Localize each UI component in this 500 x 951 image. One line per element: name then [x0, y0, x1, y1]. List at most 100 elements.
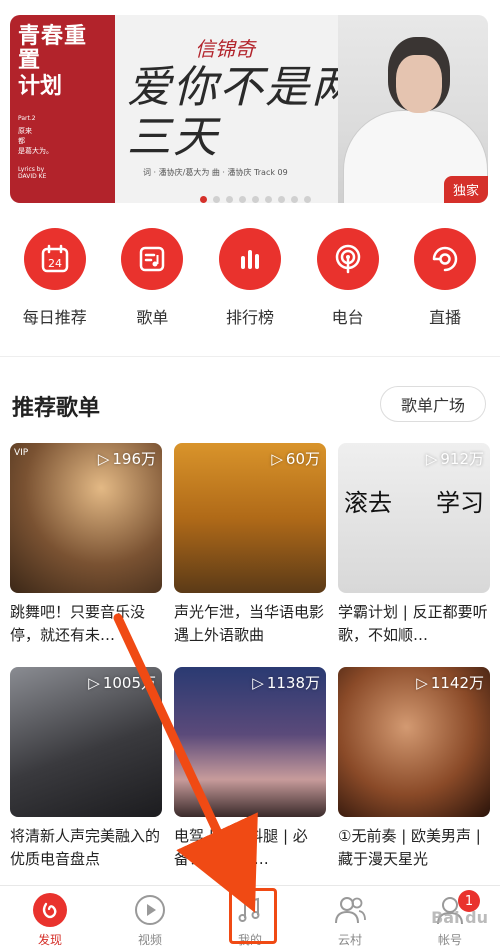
carousel-dot[interactable]: [278, 196, 285, 203]
playlist-card[interactable]: VIP ▷ 196万 跳舞吧！只要音乐没停，就还有未…: [10, 443, 162, 647]
playlist-title[interactable]: 电驾 | 裁 | 抖腿 | 必备！ 欢迎巨…: [174, 825, 326, 871]
banner-artwork: 信锦奇 爱你不是两三天 词 · 潘协庆/葛大为 曲 · 潘协庆 Track 09: [115, 15, 355, 203]
playlist-card[interactable]: ▷ 1138万 电驾 | 裁 | 抖腿 | 必备！ 欢迎巨…: [174, 667, 326, 871]
playlist-cover[interactable]: ▷ 60万: [174, 443, 326, 593]
tab-discover[interactable]: 发现: [10, 892, 90, 951]
quick-label: 直播: [429, 308, 462, 327]
play-icon: ▷: [425, 449, 438, 468]
cover-caption-right: 学习: [436, 489, 484, 517]
carousel-dot[interactable]: [304, 196, 311, 203]
carousel-dots[interactable]: [200, 196, 311, 203]
quick-daily-recommend[interactable]: 24 每日推荐: [15, 228, 95, 328]
banner-left-panel: 青春重置 计划 Part.2 原来 都 是葛大为。 Lyrics by DAVI…: [10, 15, 115, 203]
playlist-square-button[interactable]: 歌单广场: [380, 386, 486, 422]
quick-label: 电台: [331, 308, 364, 327]
play-count-value: 1142万: [430, 674, 484, 692]
annotation-highlight-box: [229, 888, 277, 944]
watermark: Bai du: [431, 908, 488, 927]
calendar-icon[interactable]: 24: [23, 228, 86, 290]
banner-credits: 词 · 潘协庆/葛大为 曲 · 潘协庆 Track 09: [143, 168, 288, 177]
quick-live[interactable]: 直播: [405, 228, 485, 328]
play-count: ▷ 912万: [426, 448, 484, 469]
quick-label: 每日推荐: [22, 308, 87, 327]
playlist-title[interactable]: 声光乍泄，当华语电影遇上外语歌曲: [174, 601, 326, 647]
photo-face: [396, 55, 442, 113]
chart-bars-icon[interactable]: [218, 228, 281, 290]
playlist-title[interactable]: ①无前奏 | 欧美男声 | 藏于漫天星光: [338, 825, 490, 871]
live-icon[interactable]: [414, 228, 477, 290]
radio-icon[interactable]: [316, 228, 379, 290]
carousel-dot[interactable]: [252, 196, 259, 203]
vip-tag: VIP: [14, 448, 29, 458]
play-count: ▷ 196万: [98, 448, 156, 469]
play-count-value: 196万: [112, 450, 156, 468]
tab-video[interactable]: 视频: [110, 892, 190, 951]
discover-icon[interactable]: [32, 892, 68, 928]
banner-part: Part.2: [18, 115, 36, 122]
play-count: ▷ 1005万: [88, 672, 156, 693]
play-count: ▷ 60万: [271, 448, 320, 469]
play-count: ▷ 1142万: [416, 672, 484, 693]
banner-left-line: 原来: [18, 127, 32, 135]
play-icon: ▷: [416, 673, 428, 692]
play-count-value: 1138万: [266, 674, 320, 692]
playlist-cover[interactable]: ▷ 1138万: [174, 667, 326, 817]
playlist-grid: VIP ▷ 196万 跳舞吧！只要音乐没停，就还有未… ▷ 60万 声光乍泄，当华语…: [10, 443, 490, 871]
play-icon: ▷: [271, 449, 283, 468]
play-icon: ▷: [88, 673, 100, 692]
quick-playlist[interactable]: 歌单: [112, 228, 192, 328]
playlist-card[interactable]: ▷ 1142万 ①无前奏 | 欧美男声 | 藏于漫天星光: [338, 667, 490, 871]
banner-lyrics-by: Lyrics by DAVID KE: [18, 166, 107, 180]
play-count-value: 1005万: [102, 674, 156, 692]
banner-left-lines: 原来 都 是葛大为。: [18, 126, 107, 156]
banner-lyricist: DAVID KE: [18, 173, 47, 180]
cover-caption: 滚去 学习: [344, 483, 484, 518]
quick-label: 排行榜: [225, 308, 274, 327]
quick-radio[interactable]: 电台: [308, 228, 388, 328]
tab-label: 视频: [137, 933, 162, 947]
section-title: 推荐歌单: [12, 396, 101, 421]
banner-artist: 信锦奇: [195, 37, 255, 61]
quick-label: 歌单: [136, 308, 169, 327]
banner-carousel[interactable]: 青春重置 计划 Part.2 原来 都 是葛大为。 Lyrics by DAVI…: [10, 15, 488, 203]
tab-community[interactable]: 云村: [310, 892, 390, 951]
carousel-dot[interactable]: [239, 196, 246, 203]
banner-artist-photo: [338, 15, 488, 203]
quick-charts[interactable]: 排行榜: [210, 228, 290, 328]
carousel-dot[interactable]: [226, 196, 233, 203]
video-icon[interactable]: [132, 892, 168, 928]
play-count-value: 912万: [440, 450, 484, 468]
friends-icon[interactable]: [332, 892, 368, 928]
play-icon: ▷: [252, 673, 264, 692]
carousel-dot[interactable]: [265, 196, 272, 203]
playlist-title[interactable]: 将清新人声完美融入的优质电音盘点: [10, 825, 162, 871]
playlist-title[interactable]: 学霸计划 | 反正都要听歌，不如顺…: [338, 601, 490, 647]
playlist-cover[interactable]: ▷ 1005万: [10, 667, 162, 817]
banner-left-line: 都: [18, 137, 25, 145]
carousel-dot[interactable]: [213, 196, 220, 203]
banner-left-line: 是葛大为。: [18, 147, 53, 155]
playlist-card[interactable]: ▷ 1005万 将清新人声完美融入的优质电音盘点: [10, 667, 162, 871]
playlist-cover[interactable]: ▷ 912万 滚去 学习: [338, 443, 490, 593]
play-count: ▷ 1138万: [252, 672, 320, 693]
cover-caption-left: 滚去: [344, 489, 392, 517]
banner-left-title-2: 计划: [18, 74, 63, 99]
play-count-value: 60万: [285, 450, 320, 468]
playlist-card[interactable]: ▷ 60万 声光乍泄，当华语电影遇上外语歌曲: [174, 443, 326, 647]
playlist-title[interactable]: 跳舞吧！只要音乐没停，就还有未…: [10, 601, 162, 647]
banner-left-title-1: 青春重置: [18, 24, 88, 73]
banner-lyrics-label: Lyrics by: [18, 166, 45, 173]
tab-label: 云村: [337, 933, 362, 947]
tab-label: 发现: [37, 933, 62, 947]
calendar-day: 24: [48, 257, 62, 270]
exclusive-badge: 独家: [443, 176, 488, 203]
playlist-card[interactable]: ▷ 912万 滚去 学习 学霸计划 | 反正都要听歌，不如顺…: [338, 443, 490, 647]
carousel-dot[interactable]: [291, 196, 298, 203]
divider: [0, 356, 500, 357]
playlist-cover[interactable]: ▷ 1142万: [338, 667, 490, 817]
playlist-cover[interactable]: VIP ▷ 196万: [10, 443, 162, 593]
tab-label: 帐号: [437, 933, 462, 947]
playlist-icon[interactable]: [121, 228, 184, 290]
play-icon: ▷: [97, 449, 110, 468]
carousel-dot[interactable]: [200, 196, 207, 203]
